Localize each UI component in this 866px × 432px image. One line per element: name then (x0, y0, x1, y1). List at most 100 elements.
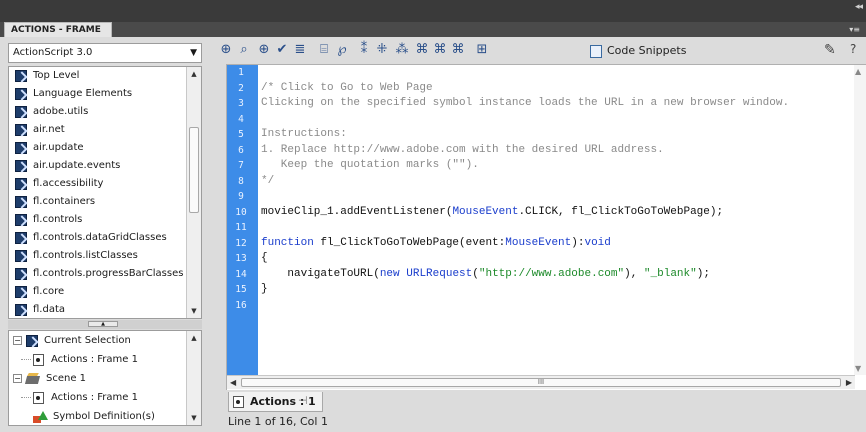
language-select[interactable]: ActionScript 3.0 ▼ (8, 43, 202, 63)
line-number: 13 (235, 253, 247, 264)
toolbox-item-label: air.net (33, 124, 65, 135)
apply-line-comment-icon[interactable]: ⌘ (432, 42, 448, 58)
collapse-toggle-icon[interactable]: − (13, 374, 22, 383)
scrollbar-thumb[interactable]: III (241, 378, 841, 387)
show-hide-toolbox-icon[interactable]: ⊞ (474, 42, 490, 58)
navigator-item[interactable]: − Scene 1 (9, 369, 201, 388)
frame-icon (33, 391, 44, 404)
script-editor[interactable]: 1 2 3 4 5 6 7 8 9 10 11 12 13 14 15 16 /* Click to Go t… (226, 64, 866, 390)
code-line[interactable]: Clicking on the specified symbol instanc… (261, 96, 861, 112)
collapse-between-braces-icon[interactable]: ⁑ (356, 42, 372, 58)
scroll-down-arrow-icon[interactable]: ▼ (855, 364, 861, 373)
code-snippets-button[interactable]: Code Snippets (590, 42, 686, 60)
symbol-icon (33, 410, 48, 423)
code-snippets-label: Code Snippets (607, 44, 687, 57)
toolbox-item-label: Language Elements (33, 88, 133, 99)
scroll-right-arrow-icon[interactable]: ▶ (846, 376, 852, 389)
code-line[interactable]: */ (261, 174, 861, 190)
collapse-panel-icon[interactable]: ◂◂ (855, 2, 863, 12)
toolbox-item[interactable]: Language Elements (9, 85, 201, 103)
toolbox-item[interactable]: fl.controls.progressBarClasses (9, 265, 201, 283)
check-syntax-icon[interactable]: ✔ (274, 42, 290, 58)
toolbox-item[interactable]: air.net (9, 121, 201, 139)
collapse-toggle-icon[interactable]: − (13, 336, 22, 345)
panel-tab-actions-frame[interactable]: ACTIONS - FRAME (4, 22, 112, 37)
script-tab-actions-1[interactable]: Actions : 1 (228, 392, 323, 412)
code-line[interactable]: navigateToURL(new URLRequest("http://www… (261, 267, 861, 283)
navigator-item[interactable]: Actions : Frame 1 (9, 350, 201, 369)
tree-connector (21, 397, 31, 398)
collapse-selection-icon[interactable]: ⁜ (374, 42, 390, 58)
toolbox-item-label: fl.data (33, 304, 66, 315)
toolbox-item[interactable]: fl.controls.listClasses (9, 247, 201, 265)
code-line[interactable]: movieClip_1.addEventListener(MouseEvent.… (261, 205, 861, 221)
scroll-down-arrow-icon[interactable]: ▼ (187, 411, 201, 425)
pin-script-icon[interactable]: ⊣ (298, 394, 308, 407)
scrollbar-thumb[interactable] (189, 127, 199, 213)
script-navigator[interactable]: − Current Selection Actions : Frame 1 − Scen… (8, 330, 202, 426)
add-statement-icon[interactable]: ⊕ (218, 42, 234, 58)
toolbox-item[interactable]: fl.controls.dataGridClasses (9, 229, 201, 247)
toolbox-item[interactable]: air.update (9, 139, 201, 157)
navigator-scrollbar[interactable]: ▲ ▼ (186, 331, 201, 425)
insert-target-path-icon[interactable]: ⊕ (256, 42, 272, 58)
line-number: 3 (238, 98, 244, 109)
book-icon (15, 304, 27, 316)
code-line[interactable]: } (261, 282, 861, 298)
code-line[interactable]: Keep the quotation marks (""). (261, 158, 861, 174)
fold-column (255, 65, 258, 375)
expand-all-icon[interactable]: ⁂ (394, 42, 410, 58)
navigator-item[interactable]: − Current Selection (9, 331, 201, 350)
toolbox-item[interactable]: fl.controls (9, 211, 201, 229)
code-line[interactable]: function fl_ClickToGoToWebPage(event:Mou… (261, 236, 861, 252)
actions-toolbox[interactable]: Top Level Language Elements adobe.utils air… (8, 66, 202, 319)
code-line[interactable]: Instructions: (261, 127, 861, 143)
editor-vertical-scrollbar[interactable]: ▲ ▼ (854, 65, 866, 375)
code-token: "http://www.adobe.com" (478, 267, 625, 280)
code-line[interactable] (261, 65, 861, 81)
book-icon (26, 334, 38, 347)
navigator-item[interactable]: Symbol Definition(s) (9, 407, 201, 425)
code-line[interactable] (261, 298, 861, 314)
code-line[interactable] (261, 189, 861, 205)
pane-splitter[interactable]: ▲ (8, 320, 202, 329)
code-token: Clicking on the specified symbol instanc… (261, 97, 790, 109)
scroll-left-arrow-icon[interactable]: ◀ (230, 376, 236, 389)
scroll-up-arrow-icon[interactable]: ▲ (855, 67, 861, 76)
editor-horizontal-scrollbar[interactable]: ◀ III ▶ (227, 375, 855, 389)
toolbox-item[interactable]: Top Level (9, 67, 201, 85)
toolbox-scrollbar[interactable]: ▲ ▼ (186, 67, 201, 318)
scroll-up-arrow-icon[interactable]: ▲ (187, 331, 201, 345)
debug-options-icon[interactable]: ℘ (334, 42, 350, 58)
panel-menu-icon[interactable]: ▾≡ (849, 25, 860, 34)
toolbox-item[interactable]: air.update.events (9, 157, 201, 175)
remove-comment-icon[interactable]: ⌘ (450, 42, 466, 58)
toolbox-item[interactable]: fl.core (9, 283, 201, 301)
toolbox-item[interactable]: fl.containers (9, 193, 201, 211)
code-area[interactable]: /* Click to Go to Web Page Clicking on th… (261, 65, 861, 313)
code-line[interactable]: /* Click to Go to Web Page (261, 81, 861, 97)
find-icon[interactable]: ⌕ (236, 42, 252, 58)
wand-icon[interactable]: ✎ (824, 42, 836, 58)
splitter-grip[interactable]: ▲ (88, 321, 118, 327)
help-icon[interactable]: ? (850, 42, 856, 56)
code-line[interactable] (261, 112, 861, 128)
scroll-down-arrow-icon[interactable]: ▼ (187, 304, 201, 318)
navigator-item[interactable]: Actions : Frame 1 (9, 388, 201, 407)
code-token: Instructions: (261, 128, 347, 140)
code-token: MouseEvent (452, 205, 519, 218)
toolbox-item[interactable]: fl.data (9, 301, 201, 318)
code-line[interactable] (261, 220, 861, 236)
code-token: function (261, 236, 314, 249)
toolbox-item-label: fl.accessibility (33, 178, 104, 189)
code-line[interactable]: 1. Replace http://www.adobe.com with the… (261, 143, 861, 159)
toolbox-item[interactable]: fl.accessibility (9, 175, 201, 193)
auto-format-icon[interactable]: ≣ (292, 42, 308, 58)
line-number: 1 (238, 67, 244, 78)
scroll-up-arrow-icon[interactable]: ▲ (187, 67, 201, 81)
code-line[interactable]: { (261, 251, 861, 267)
apply-block-comment-icon[interactable]: ⌘ (414, 42, 430, 58)
show-code-hint-icon[interactable]: ⌸ (316, 42, 332, 58)
toolbox-item[interactable]: adobe.utils (9, 103, 201, 121)
navigator-item-label: Actions : Frame 1 (51, 354, 138, 365)
